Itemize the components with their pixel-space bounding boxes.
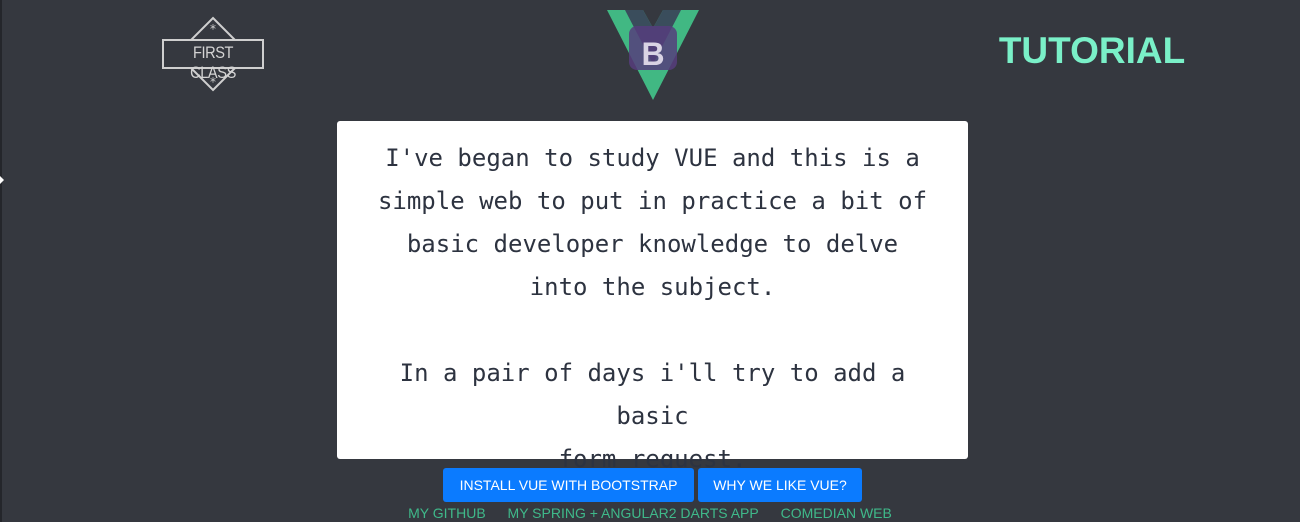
intro-line: basic developer knowledge to delve <box>406 230 899 258</box>
vue-bootstrap-logo[interactable]: B <box>607 8 699 102</box>
intro-line: I've began to study VUE and this is a <box>385 144 920 172</box>
first-class-badge[interactable]: * * FIRST CLASS <box>162 16 264 92</box>
footer-links: MY GITHUB MY SPRING + ANGULAR2 DARTS APP… <box>0 504 1300 522</box>
vue-bootstrap-logo-icon: B <box>607 10 699 100</box>
install-vue-button[interactable]: INSTALL VUE WITH BOOTSTRAP <box>443 468 694 502</box>
github-link[interactable]: MY GITHUB <box>408 505 486 521</box>
intro-line: into the subject. <box>529 273 776 301</box>
spring-angular-app-link[interactable]: MY SPRING + ANGULAR2 DARTS APP <box>508 505 759 521</box>
tutorial-heading: TUTORIAL <box>998 30 1186 71</box>
svg-text:*: * <box>210 22 216 36</box>
intro-card: I've began to study VUE and this is a si… <box>337 121 968 473</box>
page: * * FIRST CLASS B TUTORIAL I've began to… <box>0 0 1300 522</box>
logo-letter: B <box>641 36 664 72</box>
why-vue-button[interactable]: WHY WE LIKE VUE? <box>698 468 862 502</box>
edge-caret-icon <box>0 176 4 184</box>
plan-line: In a pair of days i'll try to add a basi… <box>399 359 906 430</box>
badge-label: FIRST CLASS <box>190 43 236 82</box>
intro-line: simple web to put in practice a bit of <box>377 187 928 215</box>
window-left-edge <box>0 0 2 522</box>
comedian-web-link[interactable]: COMEDIAN WEB <box>781 505 892 521</box>
